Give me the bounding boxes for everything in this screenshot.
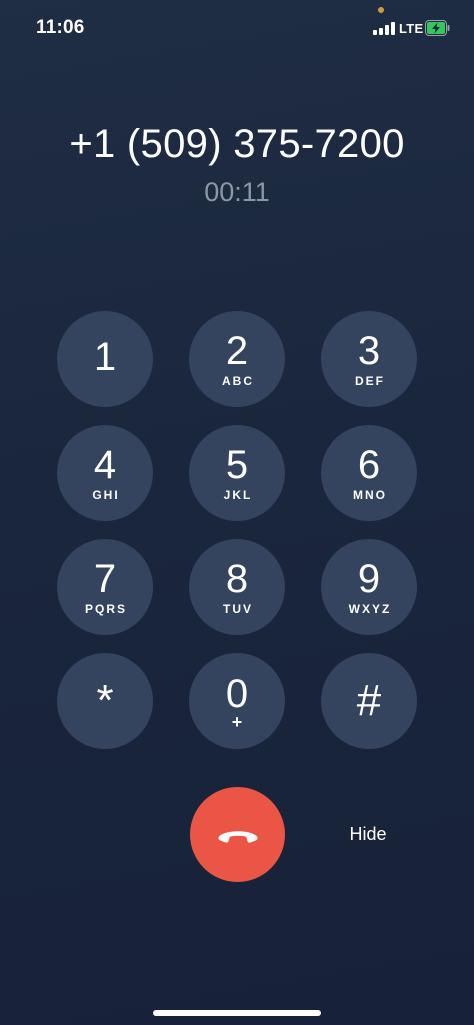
- key-letters: DEF: [355, 374, 385, 388]
- keypad-key-4[interactable]: 4 GHI: [57, 425, 153, 521]
- key-letters: +: [231, 712, 243, 732]
- key-digit: 4: [93, 443, 117, 487]
- caller-number: +1 (509) 375-7200: [69, 122, 405, 166]
- key-digit: 7: [93, 557, 117, 601]
- key-letters: PQRS: [84, 602, 127, 616]
- status-bar: 11:06 LTE: [0, 0, 474, 56]
- battery-charging-icon: [425, 20, 450, 36]
- keypad-key-1[interactable]: 1: [57, 311, 153, 407]
- keypad-key-0[interactable]: 0 +: [189, 653, 285, 749]
- key-digit: #: [356, 676, 382, 725]
- keypad-key-star[interactable]: *: [57, 653, 153, 749]
- keypad-key-3[interactable]: 3 DEF: [321, 311, 417, 407]
- call-timer: 00:11: [204, 177, 270, 207]
- keypad-key-5[interactable]: 5 JKL: [189, 425, 285, 521]
- call-info: +1 (509) 375-7200 00:11: [0, 118, 474, 208]
- key-digit: 8: [225, 557, 249, 601]
- camera-in-use-indicator: [378, 7, 384, 13]
- key-letters: ABC: [222, 374, 254, 388]
- keypad-key-6[interactable]: 6 MNO: [321, 425, 417, 521]
- key-digit: 9: [357, 557, 381, 601]
- status-time: 11:06: [36, 17, 85, 38]
- hide-keypad-button[interactable]: Hide: [320, 822, 416, 846]
- keypad: 1 2 ABC 3 DEF 4 GHI 5 JKL 6 MNO 7 PQRS 8…: [57, 311, 417, 749]
- key-letters: TUV: [223, 602, 253, 616]
- key-digit: 1: [93, 335, 117, 379]
- key-digit: 0: [225, 672, 249, 716]
- key-letters: MNO: [353, 488, 387, 502]
- key-letters: WXYZ: [348, 602, 392, 616]
- keypad-key-7[interactable]: 7 PQRS: [57, 539, 153, 635]
- home-indicator[interactable]: [153, 1010, 321, 1016]
- key-digit: 6: [357, 443, 381, 487]
- network-type: LTE: [399, 21, 424, 36]
- end-call-button[interactable]: [190, 787, 285, 882]
- key-digit: 5: [225, 443, 249, 487]
- key-letters: JKL: [223, 488, 253, 502]
- keypad-key-hash[interactable]: #: [321, 653, 417, 749]
- keypad-key-8[interactable]: 8 TUV: [189, 539, 285, 635]
- key-digit: 2: [225, 329, 249, 373]
- end-call-icon: [217, 830, 258, 843]
- key-digit: 3: [357, 329, 381, 373]
- signal-icon: [373, 22, 395, 35]
- keypad-key-9[interactable]: 9 WXYZ: [321, 539, 417, 635]
- keypad-key-2[interactable]: 2 ABC: [189, 311, 285, 407]
- key-letters: GHI: [92, 488, 120, 502]
- key-digit: *: [96, 676, 114, 725]
